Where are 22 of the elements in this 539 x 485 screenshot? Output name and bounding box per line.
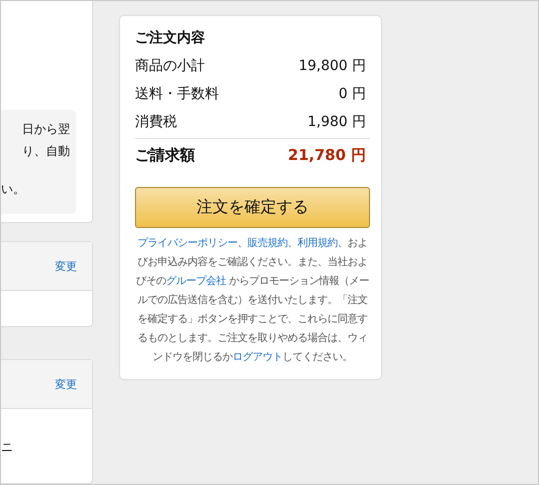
terms-link[interactable]: グループ会社 bbox=[166, 275, 226, 287]
row-label: 商品の小計 bbox=[135, 57, 205, 75]
terms-link[interactable]: 利用規約 bbox=[298, 237, 338, 249]
row-label: 消費税 bbox=[135, 113, 177, 131]
section-text: ニ bbox=[1, 440, 13, 454]
summary-title: ご注文内容 bbox=[135, 29, 206, 47]
notice-text: り、自動 bbox=[22, 143, 70, 160]
terms-link[interactable]: 販売規約 bbox=[248, 237, 288, 249]
row-amount: 19,800 円 bbox=[298, 57, 366, 75]
row-amount: 0 円 bbox=[338, 85, 366, 103]
notice-text: い。 bbox=[1, 181, 25, 198]
change-link[interactable]: 変更 bbox=[55, 258, 77, 274]
terms-text: プライバシーポリシー、販売規約、利用規約、およびお申込み内容をご確認ください。また、当社およびそのグループ会社 からプロモーション情報（メールでの広告送信を含む）を送付いたします。「注文を確定する」ボタンを押すことで、これらに同意するものとします。ご注文を取りやめる場合は、ウィンドウを閉じるかログアウト してください。 bbox=[135, 236, 370, 365]
change-link[interactable]: 変更 bbox=[55, 376, 77, 392]
notice-text: 日から翌 bbox=[22, 121, 70, 138]
total-amount: 21,780 円 bbox=[288, 146, 366, 164]
terms-link[interactable]: プライバシーポリシー bbox=[138, 237, 238, 249]
row-amount: 1,980 円 bbox=[307, 113, 366, 131]
row-label: 送料・手数料 bbox=[135, 85, 219, 103]
total-label: ご請求額 bbox=[135, 146, 195, 164]
terms-link[interactable]: ログアウト bbox=[232, 351, 282, 363]
place-order-button[interactable]: 注文を確定する bbox=[135, 187, 370, 228]
